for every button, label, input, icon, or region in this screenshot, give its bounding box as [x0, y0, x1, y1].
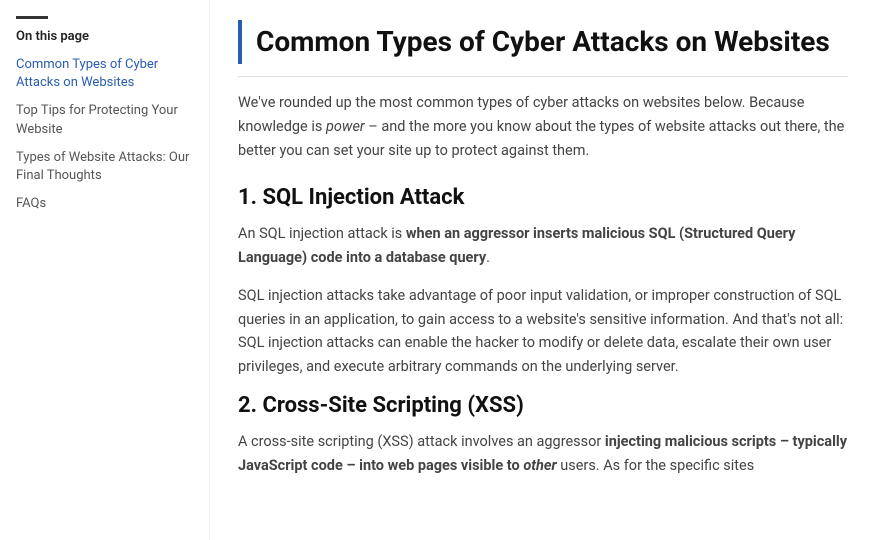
sidebar-item-common-types[interactable]: Common Types of Cyber Attacks on Website… [16, 56, 193, 92]
sidebar-item-final-thoughts[interactable]: Types of Website Attacks: Our Final Thou… [16, 149, 193, 185]
title-accent-bar [238, 20, 242, 64]
title-divider [238, 76, 848, 77]
sidebar-top-line [16, 16, 48, 19]
section1-para2: SQL injection attacks take advantage of … [238, 284, 848, 380]
section2-para1: A cross-site scripting (XSS) attack invo… [238, 430, 848, 478]
sidebar-item-faqs[interactable]: FAQs [16, 195, 193, 213]
section2-bold-text: injecting malicious scripts – typically … [238, 433, 847, 474]
italic-word: power [326, 118, 365, 135]
section1-title: 1. SQL Injection Attack [238, 185, 848, 210]
page-title-container: Common Types of Cyber Attacks on Website… [238, 20, 848, 64]
section1-bold-text: when an aggressor inserts malicious SQL … [238, 225, 795, 266]
sidebar-label: On this page [16, 29, 193, 44]
section1-para1: An SQL injection attack is when an aggre… [238, 222, 848, 270]
sidebar-item-top-tips[interactable]: Top Tips for Protecting Your Website [16, 102, 193, 138]
sidebar-link-common-types[interactable]: Common Types of Cyber Attacks on Website… [16, 57, 158, 90]
main-content: Common Types of Cyber Attacks on Website… [210, 0, 880, 540]
section2-title: 2. Cross-Site Scripting (XSS) [238, 393, 848, 418]
sidebar: On this page Common Types of Cyber Attac… [0, 0, 210, 540]
page-title: Common Types of Cyber Attacks on Website… [256, 25, 830, 59]
intro-paragraph: We've rounded up the most common types o… [238, 91, 848, 163]
section2-italic-word: other [523, 457, 556, 474]
